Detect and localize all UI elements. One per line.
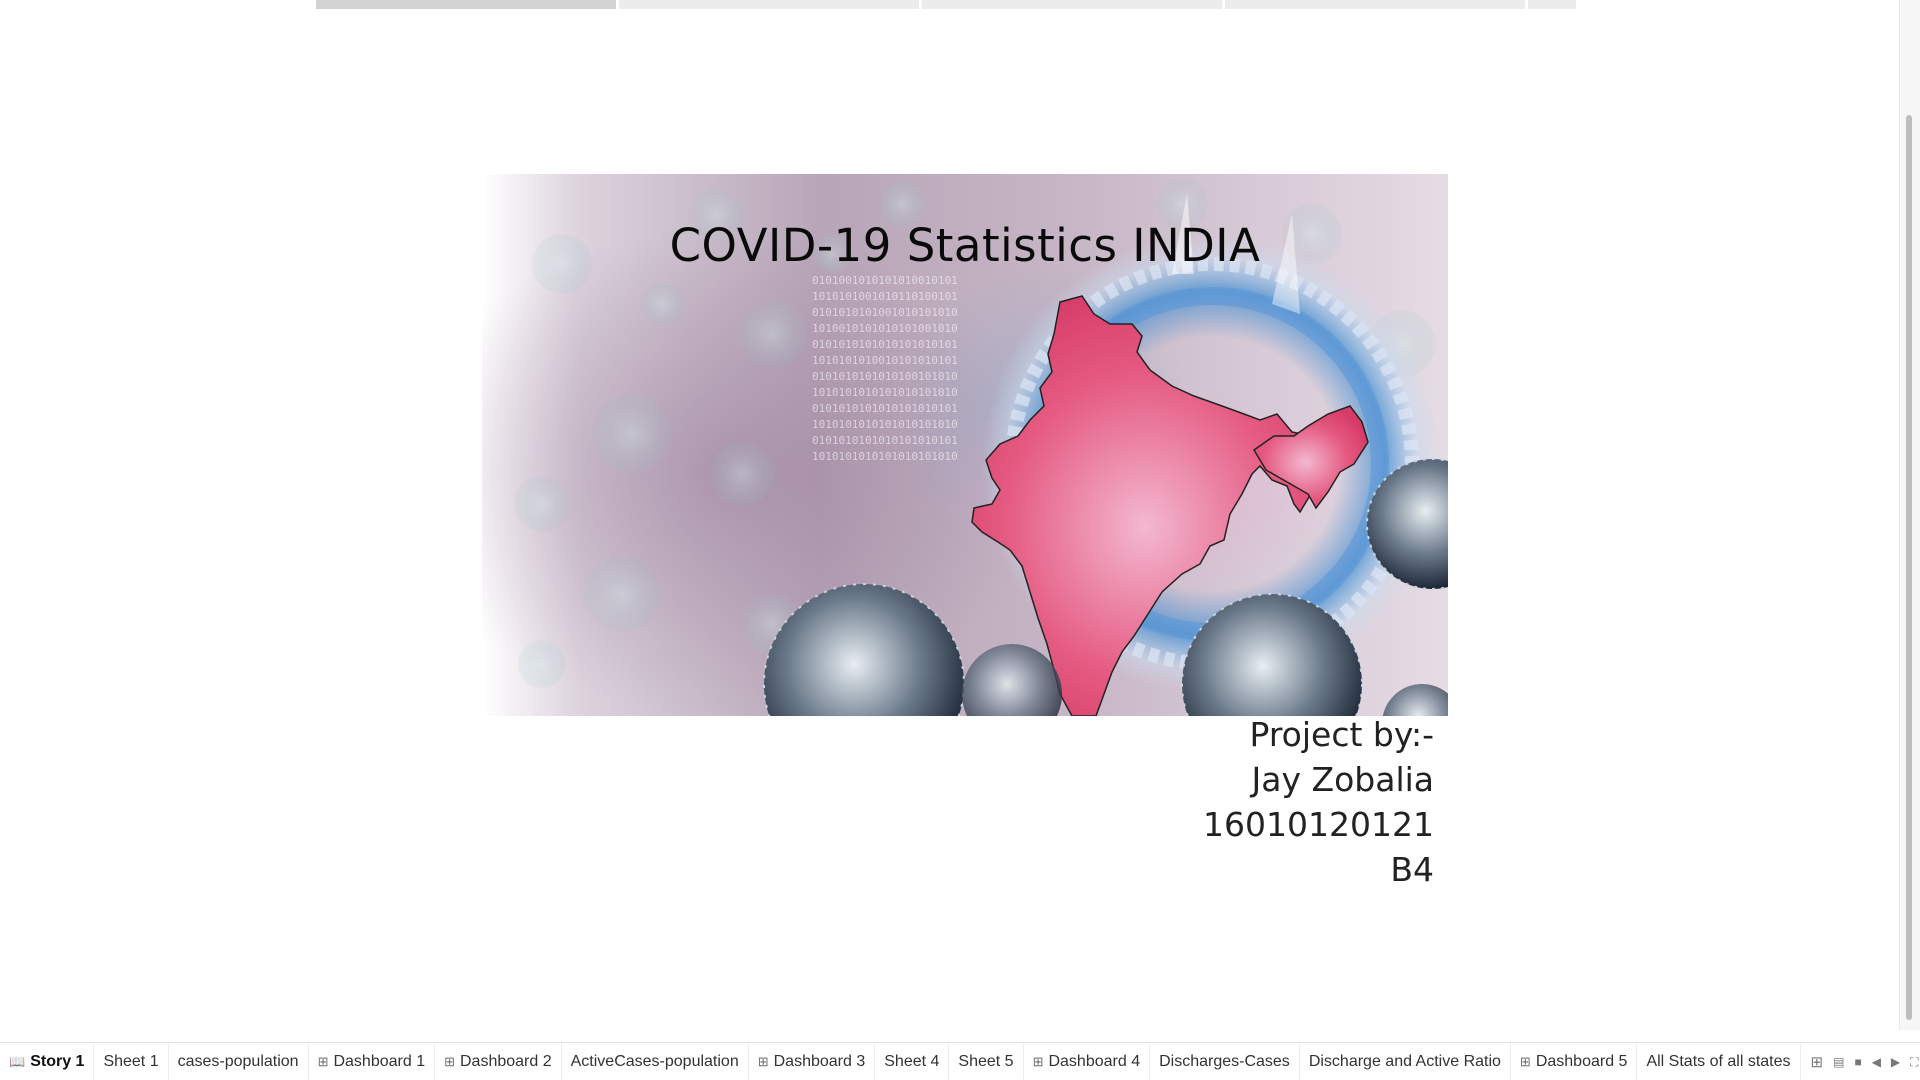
tab-dashboard-5[interactable]: ⊞ Dashboard 5 (1511, 1043, 1638, 1080)
tab-sheet-4[interactable]: Sheet 4 (875, 1043, 950, 1080)
new-dashboard-icon[interactable]: ⊞ (1801, 1053, 1834, 1071)
dashboard-icon: ⊞ (1519, 1054, 1531, 1069)
tab-bar-controls: ▤ ■ ◀ ▶ ⛶ ▣ (1833, 1055, 1920, 1070)
fullscreen-icon[interactable]: ⛶ (1910, 1055, 1918, 1070)
tab-label: Discharge and Active Ratio (1308, 1053, 1501, 1070)
story-point-2[interactable] (619, 0, 919, 9)
story-point-5[interactable] (1528, 0, 1576, 9)
tab-label: Discharges-Cases (1159, 1053, 1290, 1070)
dashboard-icon: ⊞ (1032, 1054, 1044, 1069)
next-tab-icon[interactable]: ▶ (1891, 1055, 1900, 1069)
tab-label: Dashboard 4 (1048, 1053, 1141, 1070)
dashboard-icon: ⊞ (444, 1054, 455, 1069)
tab-label: Dashboard 3 (773, 1053, 866, 1070)
credits-line-batch: B4 (1390, 850, 1434, 889)
svg-text:1010101010101010101010: 1010101010101010101010 (812, 418, 958, 431)
tab-sheet-5[interactable]: Sheet 5 (949, 1043, 1024, 1080)
project-credits: Project by:- Jay Zobalia 16010120121 B4 (1203, 712, 1434, 892)
tableau-story-view: 0101001010101010010101 10101010010101101… (0, 0, 1920, 1080)
tab-activecases-population[interactable]: ActiveCases-population (562, 1043, 749, 1080)
tab-discharge-active-ratio[interactable]: Discharge and Active Ratio (1300, 1043, 1511, 1080)
story-point-4[interactable] (1225, 0, 1525, 9)
tab-label: Sheet 5 (958, 1053, 1014, 1070)
tab-sheet-1[interactable]: Sheet 1 (94, 1043, 169, 1080)
prev-tab-icon[interactable]: ◀ (1872, 1055, 1881, 1069)
credits-line-id: 16010120121 (1203, 805, 1434, 844)
tab-cases-population[interactable]: cases-population (169, 1043, 309, 1080)
svg-text:1010010101010101001010: 1010010101010101001010 (812, 322, 958, 335)
sheet-tab-bar: 📖 Story 1 Sheet 1 cases-population ⊞ Das… (0, 1042, 1920, 1080)
dashboard-icon: ⊞ (317, 1054, 329, 1069)
scrollbar-thumb[interactable] (1906, 115, 1912, 1020)
story-point-3[interactable] (922, 0, 1222, 9)
tab-all-stats[interactable]: All Stats of all states (1637, 1043, 1801, 1080)
svg-text:1010101010101010101010: 1010101010101010101010 (812, 386, 958, 399)
tab-label: Dashboard 2 (460, 1053, 552, 1070)
story-point-1[interactable] (316, 0, 616, 9)
covid-india-image: 0101001010101010010101 10101010010101101… (482, 174, 1448, 716)
svg-text:0101010101010100101010: 0101010101010100101010 (812, 370, 958, 383)
tab-dashboard-1[interactable]: ⊞ Dashboard 1 (309, 1043, 436, 1080)
tab-dashboard-4[interactable]: ⊞ Dashboard 4 (1024, 1043, 1151, 1080)
svg-text:0101010101010101010101: 0101010101010101010101 (812, 338, 958, 351)
svg-text:0101010101001010101010: 0101010101001010101010 (812, 306, 958, 319)
virus-particle-center (962, 644, 1062, 716)
tab-label: All Stats of all states (1646, 1053, 1791, 1070)
story-icon: 📖 (9, 1054, 26, 1069)
vertical-scrollbar[interactable] (1899, 0, 1920, 1030)
tab-discharges-cases[interactable]: Discharges-Cases (1150, 1043, 1300, 1080)
svg-text:0101001010101010010101: 0101001010101010010101 (812, 274, 958, 287)
credits-line-author: Jay Zobalia (1251, 760, 1435, 799)
tab-label: Dashboard 1 (333, 1053, 426, 1070)
tab-label: Story 1 (30, 1053, 85, 1070)
tab-label: cases-population (177, 1053, 299, 1070)
story-navigator (316, 0, 1576, 9)
tab-label: Sheet 4 (884, 1053, 940, 1070)
show-tabs-icon[interactable]: ■ (1854, 1055, 1861, 1069)
dashboard-icon: ⊞ (757, 1054, 769, 1069)
tab-label: Dashboard 5 (1535, 1053, 1628, 1070)
binary-code-pattern: 0101001010101010010101 10101010010101101… (812, 274, 958, 463)
svg-text:0101010101010101010101: 0101010101010101010101 (812, 402, 958, 415)
tab-label: Sheet 1 (103, 1053, 159, 1070)
tab-dashboard-3[interactable]: ⊞ Dashboard 3 (749, 1043, 876, 1080)
tab-dashboard-2[interactable]: ⊞ Dashboard 2 (435, 1043, 562, 1080)
show-filmstrip-icon[interactable]: ▤ (1833, 1055, 1844, 1069)
tab-story-1[interactable]: 📖 Story 1 (0, 1043, 95, 1080)
svg-text:1010101010101010101010: 1010101010101010101010 (812, 450, 958, 463)
credits-line-heading: Project by:- (1249, 715, 1435, 754)
story-title: COVID-19 Statistics INDIA (669, 219, 1261, 272)
svg-text:1010101010010101010101: 1010101010010101010101 (812, 354, 958, 367)
tab-label: ActiveCases-population (570, 1053, 739, 1070)
svg-text:0101010101010101010101: 0101010101010101010101 (812, 434, 958, 447)
svg-text:1010101001010110100101: 1010101001010110100101 (812, 290, 958, 303)
